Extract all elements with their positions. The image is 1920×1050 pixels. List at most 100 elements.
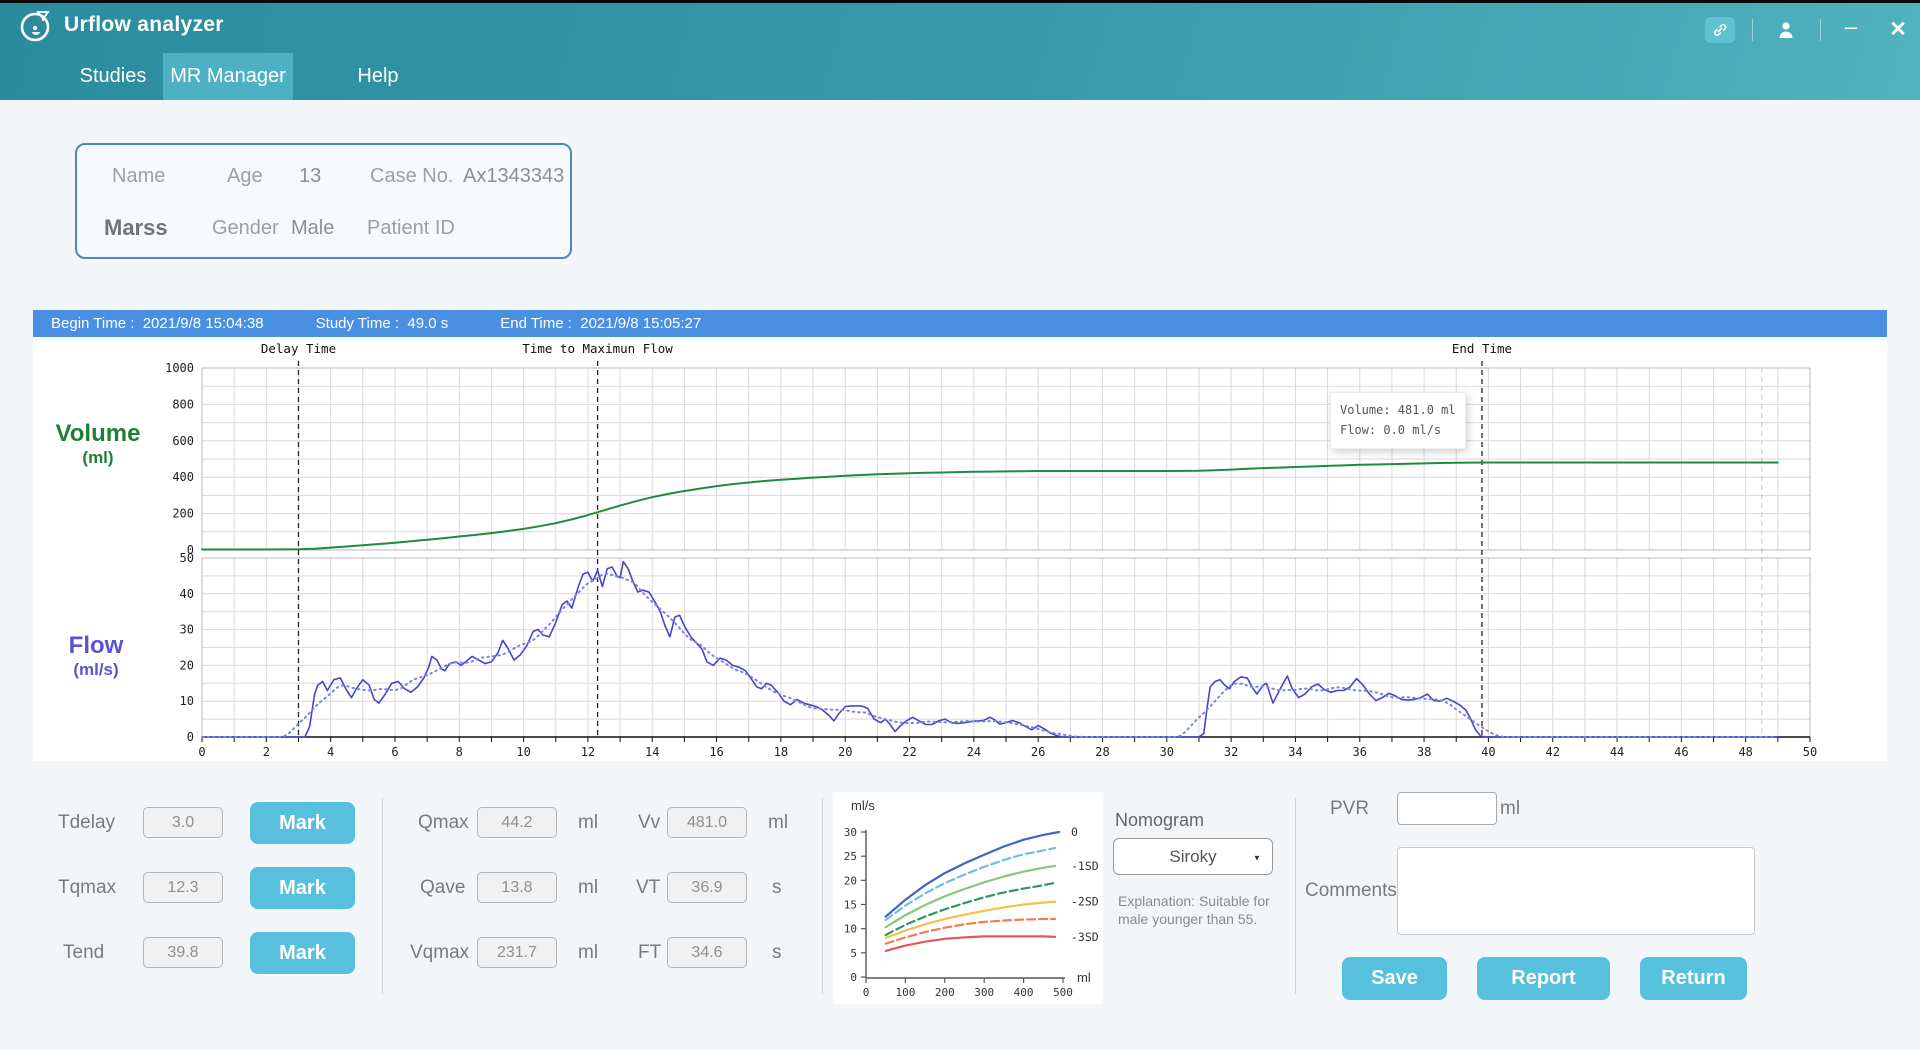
volume-axis-title: Volume [38,420,158,448]
tdelay-label: Tdelay [58,812,115,834]
svg-text:20: 20 [844,874,857,887]
ft-unit: s [772,942,782,964]
svg-text:32: 32 [1224,745,1238,759]
svg-text:0: 0 [1071,825,1078,839]
svg-text:0: 0 [850,971,857,984]
vqmax-value[interactable] [477,937,557,968]
end-time: End Time : 2021/9/8 15:05:27 [500,315,701,332]
tqmax-value[interactable] [143,872,223,903]
uroflow-chart[interactable]: 0200400600800100001020304050024681012141… [33,337,1887,761]
begin-time: Begin Time : 2021/9/8 15:04:38 [51,315,264,332]
close-button[interactable]: ✕ [1884,17,1912,43]
svg-text:22: 22 [902,745,916,759]
svg-text:30: 30 [180,623,194,637]
vv-value[interactable] [667,807,747,838]
patient-age-value: 13 [299,165,321,188]
report-button[interactable]: Report [1477,957,1610,1000]
svg-text:500: 500 [1053,986,1073,999]
ft-value[interactable] [667,937,747,968]
header-separator [1820,19,1821,41]
pvr-label: PVR [1330,798,1369,820]
flow-axis-title: Flow [36,632,156,660]
svg-text:14: 14 [645,745,659,759]
vqmax-label: Vqmax [410,942,469,964]
comments-input[interactable] [1397,847,1755,935]
chart-tooltip: Volume: 481.0 ml Flow: 0.0 ml/s [1330,392,1466,449]
link-icon [1712,22,1728,38]
patient-id-label: Patient ID [367,217,455,240]
svg-text:Delay Time: Delay Time [261,341,336,356]
svg-text:10: 10 [844,923,857,936]
svg-text:12: 12 [581,745,595,759]
comments-label: Comments [1305,880,1397,902]
vt-unit: s [772,877,782,899]
return-button[interactable]: Return [1640,957,1747,1000]
tend-value[interactable] [143,937,223,968]
title-bar: Urflow analyzer Studies MR Manager Help … [0,3,1920,100]
ft-label: FT [638,942,661,964]
tab-studies[interactable]: Studies [48,53,178,100]
tdelay-value[interactable] [143,807,223,838]
vt-value[interactable] [667,872,747,903]
svg-text:42: 42 [1545,745,1559,759]
patient-age-label: Age [227,165,263,188]
svg-text:100: 100 [895,986,915,999]
svg-text:48: 48 [1738,745,1752,759]
qave-value[interactable] [477,872,557,903]
vt-label: VT [636,877,660,899]
qmax-value[interactable] [477,807,557,838]
tab-mr-manager[interactable]: MR Manager [163,53,293,100]
tooltip-flow: Flow: 0.0 ml/s [1340,420,1456,440]
svg-text:Time to Maximun Flow: Time to Maximun Flow [522,341,673,356]
svg-text:24: 24 [967,745,981,759]
svg-text:30: 30 [844,826,857,839]
svg-text:600: 600 [172,434,194,448]
svg-text:2: 2 [263,745,270,759]
section-divider [822,798,823,994]
nomogram-explanation: Explanation: Suitable for male younger t… [1118,892,1276,928]
tend-label: Tend [63,942,104,964]
svg-text:44: 44 [1610,745,1624,759]
user-button[interactable] [1772,17,1800,43]
svg-text:300: 300 [974,986,994,999]
pvr-input[interactable] [1397,792,1497,825]
svg-text:-2SD: -2SD [1071,895,1099,909]
svg-text:4: 4 [327,745,334,759]
svg-text:ml/s: ml/s [851,798,875,813]
time-summary-bar: Begin Time : 2021/9/8 15:04:38 Study Tim… [33,310,1887,337]
svg-text:38: 38 [1417,745,1431,759]
vv-unit: ml [768,812,788,834]
svg-text:800: 800 [172,397,194,411]
link-button[interactable] [1705,17,1735,43]
svg-text:200: 200 [935,986,955,999]
nomogram-select[interactable]: Siroky ▼ [1113,838,1273,875]
chevron-down-icon: ▼ [1253,854,1261,863]
header-separator [1752,19,1753,41]
svg-text:36: 36 [1353,745,1367,759]
patient-info-box: Name Age 13 Case No. Ax1343343 Marss Gen… [75,143,572,259]
tend-mark-button[interactable]: Mark [250,932,355,974]
qave-label: Qave [420,877,465,899]
tqmax-mark-button[interactable]: Mark [250,867,355,909]
qmax-label: Qmax [418,812,469,834]
svg-text:46: 46 [1674,745,1688,759]
tab-help[interactable]: Help [318,53,438,100]
svg-text:26: 26 [1031,745,1045,759]
nomogram-label: Nomogram [1115,810,1204,831]
svg-text:1000: 1000 [165,361,194,375]
svg-text:20: 20 [180,658,194,672]
svg-text:8: 8 [456,745,463,759]
svg-text:16: 16 [709,745,723,759]
svg-text:50: 50 [1803,745,1817,759]
tdelay-mark-button[interactable]: Mark [250,802,355,844]
section-divider [1295,798,1296,994]
tooltip-volume: Volume: 481.0 ml [1340,400,1456,420]
tqmax-label: Tqmax [58,877,116,899]
save-button[interactable]: Save [1342,957,1447,1000]
study-time: Study Time : 49.0 s [316,315,449,332]
svg-text:28: 28 [1095,745,1109,759]
svg-text:200: 200 [172,507,194,521]
minimize-button[interactable]: – [1838,17,1864,43]
svg-text:30: 30 [1160,745,1174,759]
svg-text:10: 10 [180,694,194,708]
